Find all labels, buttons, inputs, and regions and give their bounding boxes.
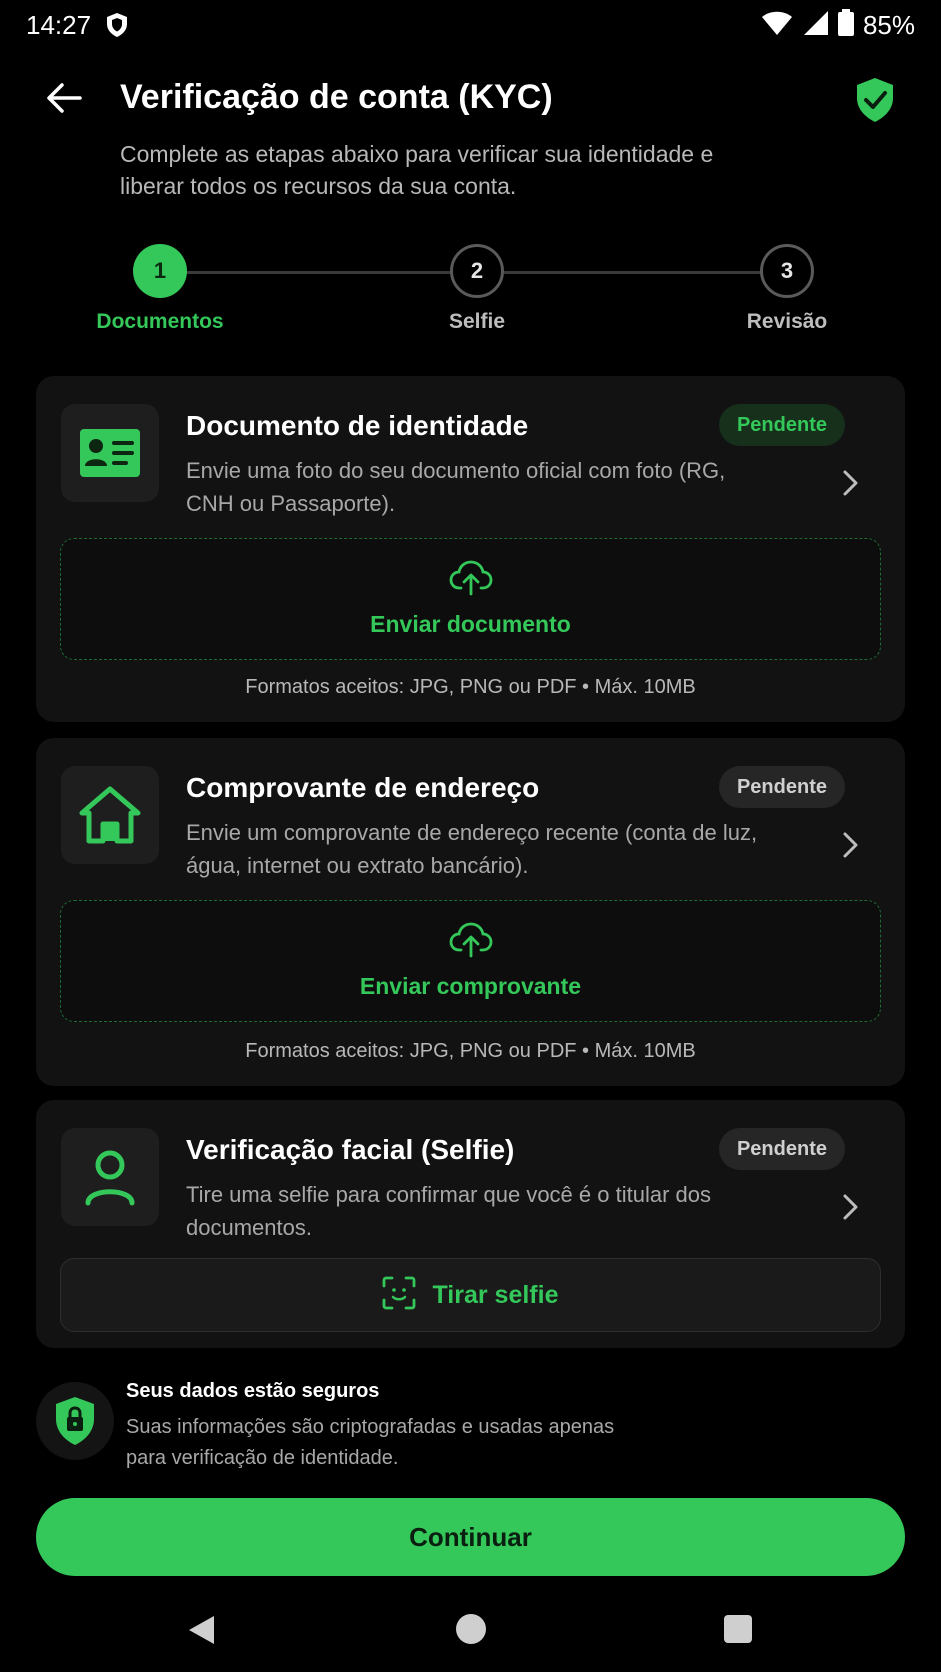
address-proof-card: Comprovante de endereço Envie um comprov…: [36, 738, 905, 1086]
page-subtitle: Complete as etapas abaixo para verificar…: [120, 141, 714, 199]
house-icon: [61, 766, 159, 864]
upload-proof-button[interactable]: Enviar comprovante: [60, 900, 881, 1022]
nav-home-icon[interactable]: [456, 1614, 486, 1644]
formats-text: Formatos aceitos: JPG, PNG ou PDF • Máx.…: [245, 676, 696, 698]
nav-back-icon[interactable]: [186, 1614, 218, 1646]
card-title: Comprovante de endereço: [186, 772, 540, 803]
card-description: Tire uma selfie para confirmar que você …: [186, 1182, 711, 1240]
identity-document-card: Documento de identidade Envie uma foto d…: [36, 376, 905, 722]
selfie-verification-card: Verificação facial (Selfie) Tire uma sel…: [36, 1100, 905, 1348]
card-title: Documento de identidade: [186, 410, 529, 441]
cloud-upload-icon: [449, 922, 493, 963]
id-card-icon: [61, 404, 159, 502]
page-title: Verificação de conta (KYC): [120, 78, 553, 116]
status-time: 14:27: [26, 9, 92, 40]
shield-check-icon: [853, 76, 897, 124]
step-label: Revisão: [746, 310, 828, 333]
selfie-button-label: Tirar selfie: [432, 1280, 559, 1309]
security-description: Suas informações são criptografadas e us…: [126, 1416, 615, 1469]
card-description: Envie um comprovante de endereço recente…: [186, 820, 758, 878]
shield-lock-icon: [36, 1382, 114, 1460]
signal-icon: [801, 10, 829, 41]
step-number: 1: [133, 244, 187, 298]
battery-icon: [837, 8, 855, 42]
shield-status-icon: [105, 12, 129, 38]
step-label: Selfie: [448, 310, 506, 333]
face-scan-icon: [382, 1276, 416, 1315]
app-header: Verificação de conta (KYC): [0, 60, 941, 140]
continue-button[interactable]: Continuar: [36, 1498, 905, 1576]
arrow-left-icon: [46, 82, 82, 119]
step-label: Documentos: [96, 310, 224, 333]
formats-text: Formatos aceitos: JPG, PNG ou PDF • Máx.…: [245, 1040, 696, 1062]
step-number: 3: [760, 244, 814, 298]
step-documentos[interactable]: 1 Documentos: [80, 244, 240, 334]
step-revisao[interactable]: 3 Revisão: [707, 244, 867, 334]
card-description: Envie uma foto do seu documento oficial …: [186, 458, 726, 516]
chevron-right-icon[interactable]: [837, 830, 863, 860]
system-nav-bar: [0, 1600, 941, 1672]
status-bar: 14:27 85%: [0, 0, 941, 50]
status-indicators: 85%: [761, 8, 915, 42]
battery-percent: 85%: [862, 9, 915, 40]
status-badge: Pendente: [718, 404, 845, 446]
take-selfie-button[interactable]: Tirar selfie: [60, 1258, 881, 1332]
upload-label: Enviar comprovante: [359, 973, 582, 999]
step-selfie[interactable]: 2 Selfie: [397, 244, 557, 334]
chevron-right-icon[interactable]: [837, 1192, 863, 1222]
upload-document-button[interactable]: Enviar documento: [60, 538, 881, 660]
upload-label: Enviar documento: [370, 611, 571, 637]
back-button[interactable]: [40, 78, 88, 122]
user-icon: [61, 1128, 159, 1226]
chevron-right-icon[interactable]: [837, 468, 863, 498]
security-title: Seus dados estão seguros: [126, 1380, 380, 1402]
nav-recents-icon[interactable]: [724, 1615, 752, 1643]
step-number: 2: [450, 244, 504, 298]
card-title: Verificação facial (Selfie): [186, 1134, 515, 1165]
status-badge: Pendente: [718, 1128, 845, 1170]
cloud-upload-icon: [449, 560, 493, 601]
wifi-icon: [761, 10, 793, 41]
kyc-stepper: 1 Documentos 2 Selfie 3 Revisão: [0, 244, 941, 344]
status-badge: Pendente: [718, 766, 845, 808]
